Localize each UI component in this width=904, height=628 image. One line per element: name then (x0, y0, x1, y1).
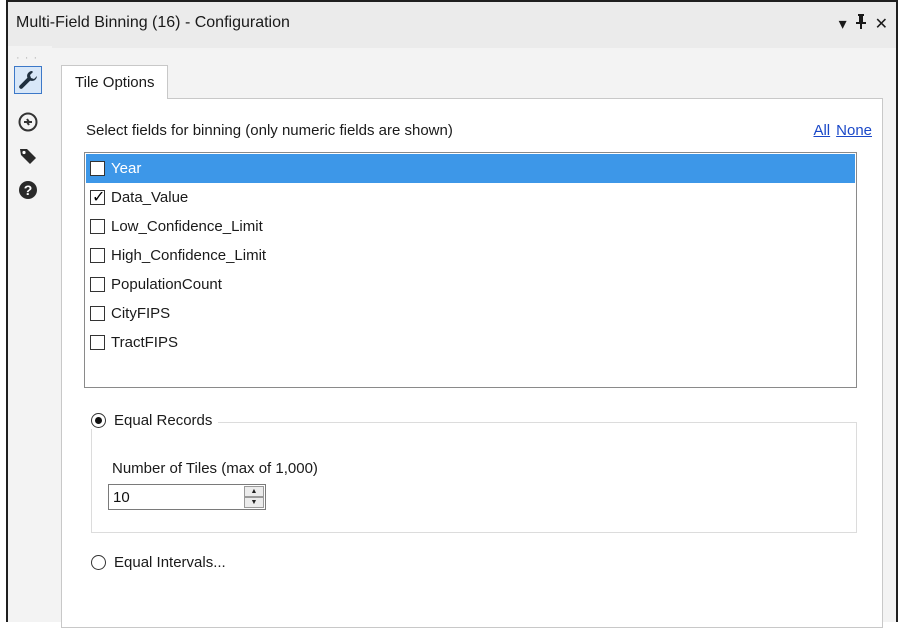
field-list[interactable]: Year ✓ Data_Value Low_Confidence_Limit H… (84, 152, 857, 388)
equal-records-radio[interactable] (91, 413, 106, 428)
help-button[interactable]: ? (14, 176, 42, 204)
field-label: Year (111, 160, 142, 177)
select-links: All None (807, 122, 872, 139)
equal-intervals-label: Equal Intervals... (114, 554, 226, 571)
increment-button[interactable]: ▲ (244, 486, 264, 497)
annotation-icon (18, 112, 38, 132)
svg-text:?: ? (24, 182, 33, 198)
number-of-tiles-input[interactable] (113, 487, 241, 507)
tab-tile-options[interactable]: Tile Options (61, 65, 169, 99)
field-label: Data_Value (111, 189, 189, 206)
checkbox[interactable] (90, 335, 105, 350)
checkbox[interactable] (90, 219, 105, 234)
field-row-tract-fips[interactable]: TractFIPS (86, 328, 855, 357)
equal-intervals-radio[interactable] (91, 555, 106, 570)
select-none-link[interactable]: None (836, 122, 872, 139)
select-all-link[interactable]: All (813, 122, 830, 139)
field-label: High_Confidence_Limit (111, 247, 267, 264)
fields-instruction: Select fields for binning (only numeric … (86, 122, 453, 139)
checkbox[interactable] (90, 161, 105, 176)
title-bar: Multi-Field Binning (16) - Configuration… (8, 0, 896, 48)
window-title: Multi-Field Binning (16) - Configuration (16, 14, 290, 31)
field-row-city-fips[interactable]: CityFIPS (86, 299, 855, 328)
checkmark-icon: ✓ (92, 187, 106, 206)
checkbox[interactable] (90, 248, 105, 263)
tag-icon (18, 146, 38, 166)
annotation-button[interactable] (14, 108, 42, 136)
field-label: PopulationCount (111, 276, 222, 293)
number-of-tiles-stepper[interactable]: ▲ ▼ (108, 484, 266, 510)
field-label: CityFIPS (111, 305, 171, 322)
equal-records-option[interactable]: Equal Records (91, 412, 219, 429)
field-row-population-count[interactable]: PopulationCount (86, 270, 855, 299)
field-label: Low_Confidence_Limit (111, 218, 263, 235)
chevron-up-icon: ▲ (250, 488, 258, 495)
pin-icon[interactable] (853, 14, 869, 34)
checkbox[interactable] (90, 306, 105, 321)
equal-records-label: Equal Records (114, 412, 213, 429)
number-of-tiles-label: Number of Tiles (max of 1,000) (112, 460, 318, 477)
help-icon: ? (18, 180, 38, 200)
dropdown-arrow-icon[interactable]: ▾ (837, 14, 849, 34)
field-row-high-confidence-limit[interactable]: High_Confidence_Limit (86, 241, 855, 270)
checkbox[interactable] (90, 277, 105, 292)
radio-dot (95, 417, 102, 424)
equal-records-group (91, 422, 857, 533)
left-toolbar: · · · ? (8, 46, 52, 622)
grip-handle[interactable]: · · · (16, 52, 38, 64)
close-icon[interactable]: ✕ (873, 14, 890, 34)
field-row-year[interactable]: Year (86, 154, 855, 183)
checkbox[interactable]: ✓ (90, 187, 106, 206)
field-row-low-confidence-limit[interactable]: Low_Confidence_Limit (86, 212, 855, 241)
stepper-buttons: ▲ ▼ (244, 486, 264, 508)
field-row-data-value[interactable]: ✓ Data_Value (86, 183, 855, 212)
equal-intervals-option[interactable]: Equal Intervals... (91, 554, 232, 571)
configuration-button[interactable] (14, 66, 42, 94)
field-label: TractFIPS (111, 334, 178, 351)
decrement-button[interactable]: ▼ (244, 497, 264, 508)
wrench-icon (17, 69, 39, 91)
window-controls: ▾ ✕ (837, 14, 890, 34)
chevron-down-icon: ▼ (250, 499, 258, 506)
tag-button[interactable] (14, 142, 42, 170)
